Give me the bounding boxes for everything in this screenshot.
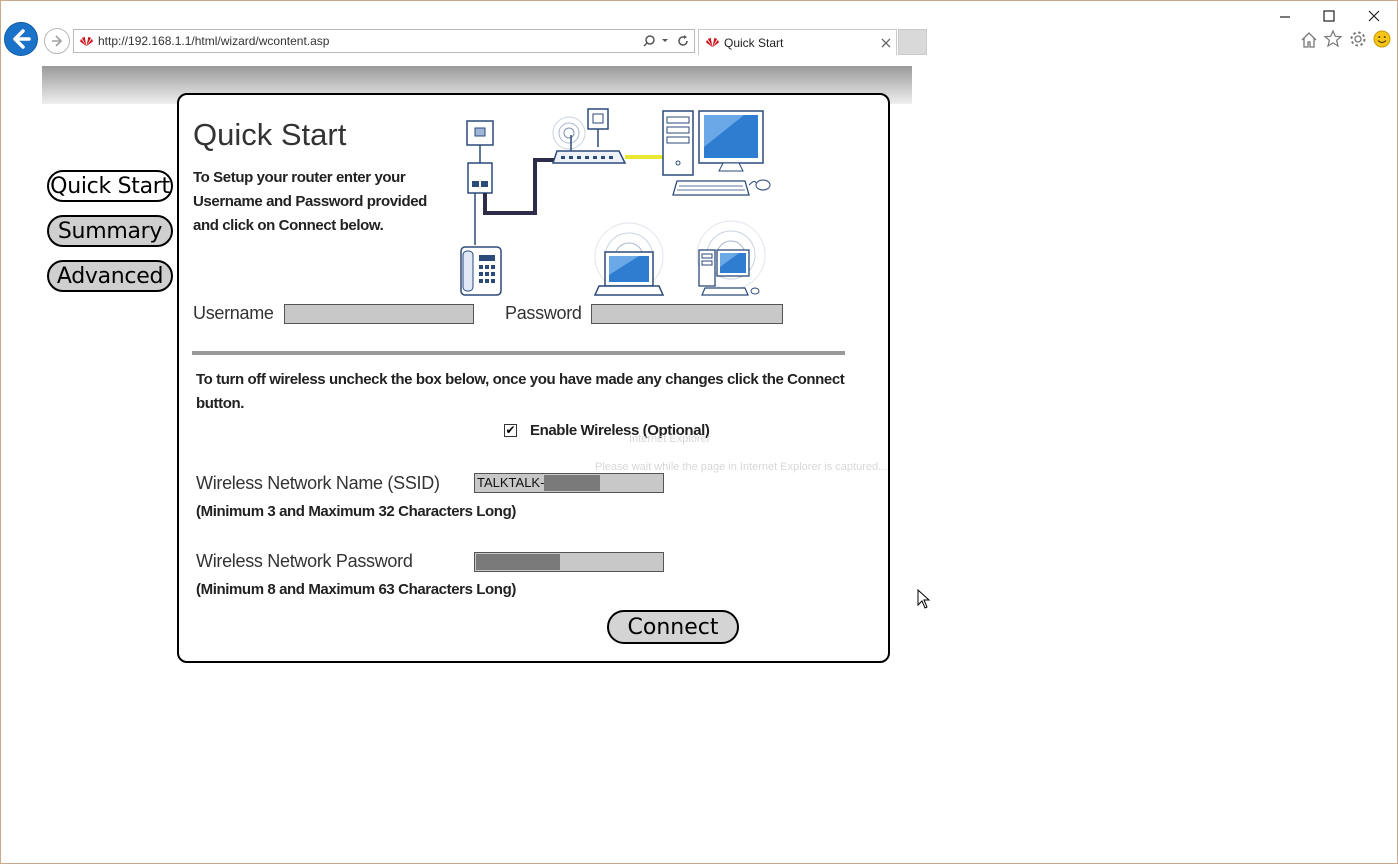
minimize-icon[interactable]: [1277, 9, 1293, 25]
page-title: Quick Start: [193, 117, 347, 152]
username-input[interactable]: [284, 304, 474, 324]
forward-button[interactable]: [44, 28, 70, 54]
wireless-instructions: To turn off wireless uncheck the box bel…: [196, 371, 845, 412]
section-divider: [192, 351, 845, 355]
connect-button[interactable]: Connect: [607, 610, 739, 644]
ssid-hint: (Minimum 3 and Maximum 32 Characters Lon…: [196, 503, 516, 520]
address-bar[interactable]: http://192.168.1.1/html/wizard/wcontent.…: [73, 29, 695, 53]
arrow-left-icon: [13, 29, 31, 49]
arrow-right-icon: [52, 35, 63, 47]
password-label: Password: [505, 303, 582, 323]
ssid-redacted: [544, 475, 601, 491]
settings-gear-icon[interactable]: [1348, 29, 1368, 49]
new-tab-button[interactable]: [898, 29, 927, 55]
smiley-feedback-icon[interactable]: [1373, 30, 1391, 48]
home-icon[interactable]: [1299, 30, 1319, 50]
wifi-password-redacted: [476, 554, 560, 570]
ssid-label: Wireless Network Name (SSID): [196, 473, 440, 493]
wifi-password-label: Wireless Network Password: [196, 551, 413, 571]
wifi-password-hint: (Minimum 8 and Maximum 63 Characters Lon…: [196, 581, 516, 598]
refresh-icon[interactable]: [675, 33, 691, 49]
intro-text: To Setup your router enter your Username…: [193, 169, 427, 234]
sidebar-item-quick-start[interactable]: Quick Start: [47, 170, 173, 202]
enable-wireless-checkbox[interactable]: ✔: [504, 424, 517, 437]
network-diagram-illustration: [460, 108, 771, 296]
ghost-dialog-message: Please wait while the page in Internet E…: [595, 461, 888, 473]
ghost-dialog-title: Internet Explorer: [629, 433, 711, 445]
search-icon[interactable]: [642, 34, 660, 48]
ssid-value: TALKTALK-: [477, 475, 545, 490]
sidebar-item-summary[interactable]: Summary: [47, 215, 173, 247]
mouse-cursor-icon: [917, 589, 931, 609]
tab-quick-start[interactable]: Quick Start: [698, 29, 897, 55]
close-window-icon[interactable]: [1366, 8, 1382, 24]
close-tab-icon[interactable]: [881, 38, 891, 48]
tab-title: Quick Start: [724, 36, 784, 50]
maximize-icon[interactable]: [1321, 8, 1337, 24]
dropdown-arrow-icon[interactable]: [661, 38, 669, 44]
huawei-logo-icon: [80, 36, 93, 47]
wifi-password-input[interactable]: [474, 552, 664, 572]
quick-start-panel: Quick Start To Setup your router enter y…: [177, 93, 890, 663]
username-label: Username: [193, 303, 274, 323]
huawei-logo-icon: [706, 37, 719, 48]
ssid-input[interactable]: TALKTALK-: [474, 473, 664, 493]
password-input[interactable]: [591, 304, 783, 324]
url-text: http://192.168.1.1/html/wizard/wcontent.…: [98, 34, 330, 48]
favorites-star-icon[interactable]: [1323, 29, 1343, 49]
back-button[interactable]: [4, 22, 38, 56]
sidebar-item-advanced[interactable]: Advanced: [47, 260, 173, 292]
